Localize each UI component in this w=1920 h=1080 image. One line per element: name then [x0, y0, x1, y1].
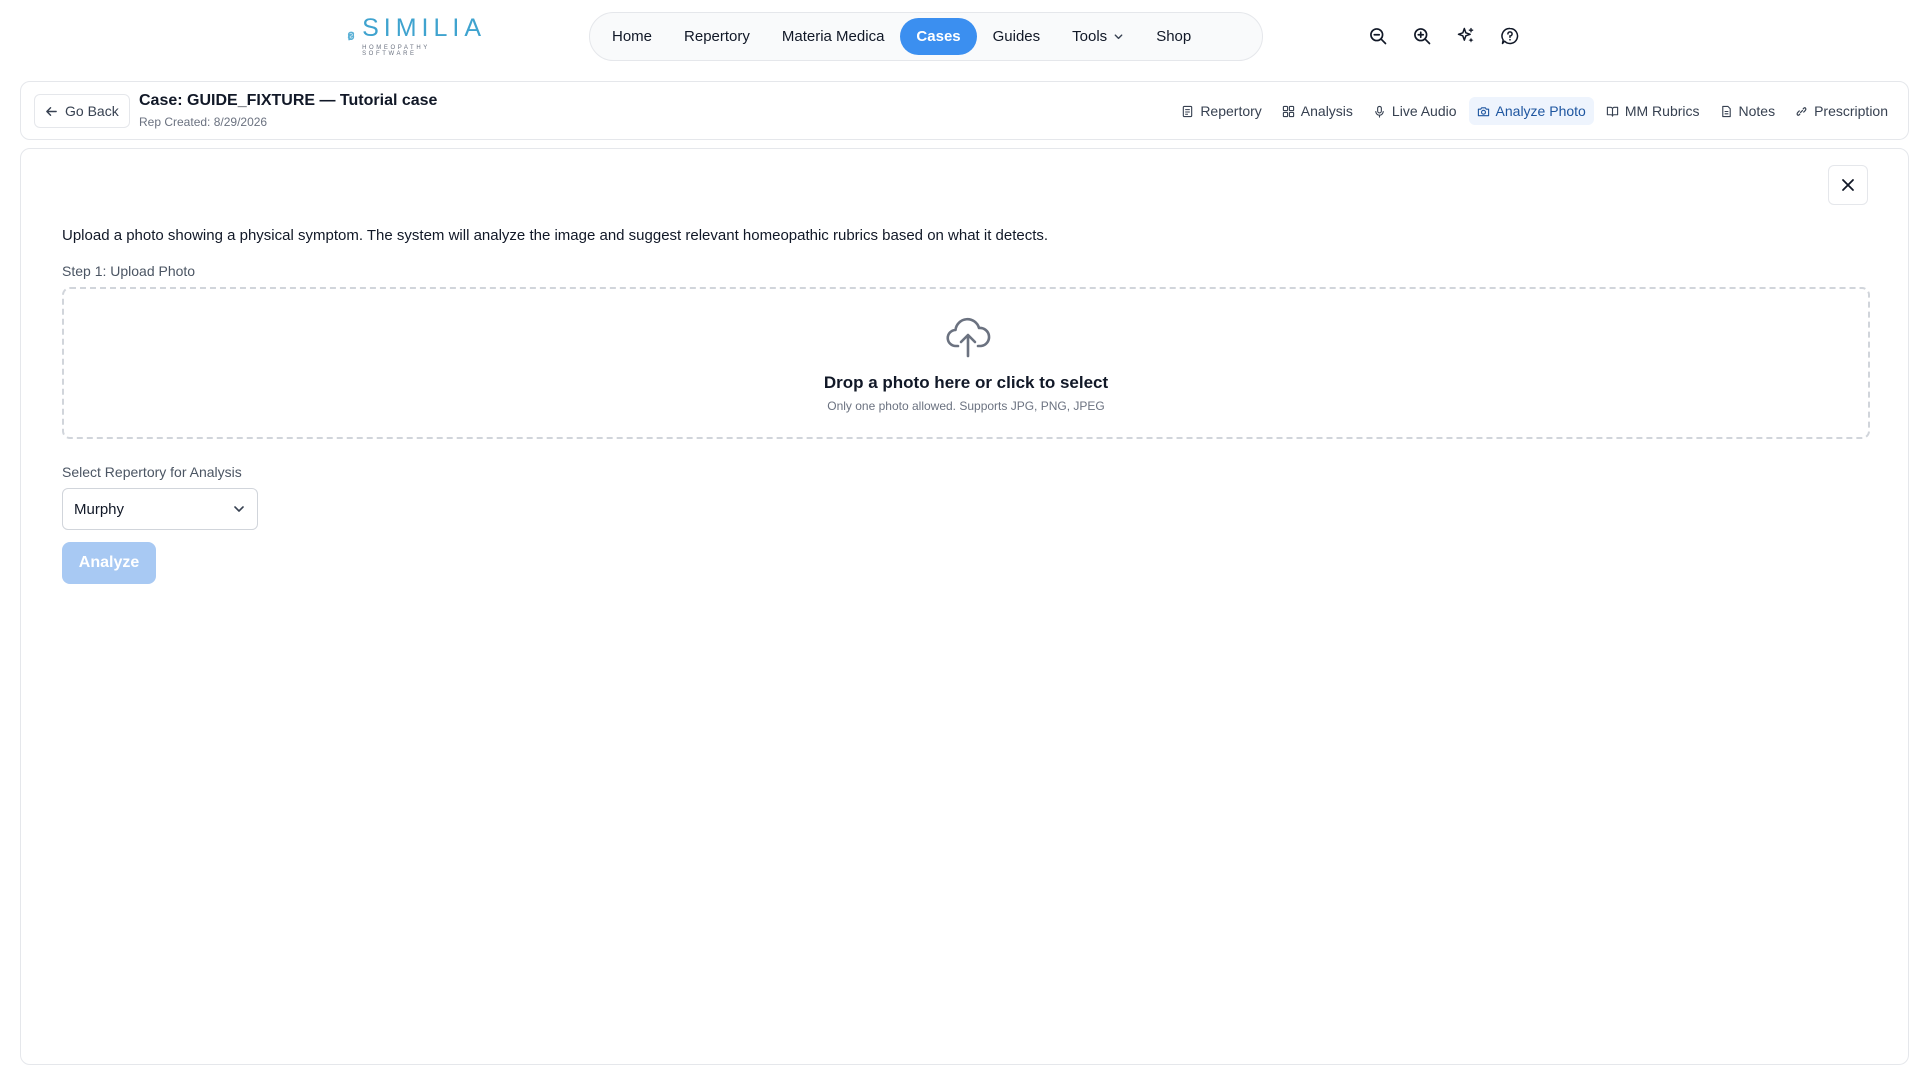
nav-materia-medica-label: Materia Medica [781, 28, 885, 45]
brand-name: SIMILIA [362, 13, 486, 42]
tab-live-audio-label: Live Audio [1391, 103, 1457, 119]
help-icon [1501, 27, 1519, 45]
analyze-photo-panel: Upload a photo showing a physical sympto… [20, 148, 1909, 1065]
tab-mm-rubrics-label: MM Rubrics [1624, 103, 1700, 119]
link-icon [1796, 106, 1807, 116]
tab-repertory[interactable]: Repertory [1173, 97, 1269, 125]
nav-guides-label: Guides [992, 28, 1041, 45]
case-tabs: Repertory Analysis Live Audio Analyze Ph… [1173, 97, 1896, 125]
close-icon [1842, 179, 1854, 191]
help-button[interactable] [1498, 24, 1522, 48]
nav-tools-dropdown[interactable]: Tools [1056, 18, 1140, 55]
nav-home-label: Home [612, 28, 653, 45]
microphone-icon [1375, 105, 1384, 118]
nav-cases[interactable]: Cases [900, 18, 977, 55]
ai-sparkles-button[interactable] [1454, 24, 1478, 48]
case-header: Go Back Case: GUIDE_FIXTURE — Tutorial c… [20, 81, 1909, 140]
step-upload-label: Step 1: Upload Photo [62, 263, 196, 279]
tab-mm-rubrics[interactable]: MM Rubrics [1598, 97, 1708, 125]
repertory-select-value: Murphy [74, 500, 125, 518]
repertory-select-label: Select Repertory for Analysis [62, 464, 242, 480]
camera-icon [1477, 106, 1489, 116]
tab-prescription[interactable]: Prescription [1787, 97, 1896, 125]
logo-icon [347, 31, 355, 41]
repertory-select[interactable]: Murphy [62, 488, 258, 530]
tab-analysis-label: Analysis [1300, 103, 1353, 119]
nav-guides[interactable]: Guides [977, 18, 1057, 55]
intro-text: Upload a photo showing a physical sympto… [62, 227, 1049, 244]
nav-repertory-label: Repertory [684, 28, 750, 45]
tab-analyze-photo-label: Analyze Photo [1495, 103, 1586, 119]
case-created-date: Rep Created: 8/29/2026 [139, 115, 268, 129]
document-icon [1183, 105, 1193, 117]
nav-home[interactable]: Home [596, 18, 668, 55]
tab-notes-label: Notes [1738, 103, 1776, 119]
analyze-button[interactable]: Analyze [62, 542, 156, 584]
top-bar: SIMILIA HOMEOPATHY SOFTWARE Home Reperto… [0, 0, 1920, 72]
dropzone-title: Drop a photo here or click to select [823, 373, 1109, 392]
chevron-down-icon [1114, 34, 1123, 40]
notes-icon [1721, 105, 1731, 117]
main-nav: Home Repertory Materia Medica Cases Guid… [589, 12, 1263, 61]
case-title: Case: GUIDE_FIXTURE — Tutorial case [139, 92, 438, 109]
tab-live-audio[interactable]: Live Audio [1365, 97, 1465, 125]
chevron-down-icon [234, 506, 244, 512]
photo-dropzone[interactable]: Drop a photo here or click to select Onl… [62, 287, 1870, 439]
toolbar-icons [1366, 24, 1522, 48]
zoom-in-button[interactable] [1410, 24, 1434, 48]
brand-tagline: HOMEOPATHY SOFTWARE [362, 44, 430, 57]
go-back-button[interactable]: Go Back [34, 94, 130, 128]
nav-shop-label: Shop [1156, 28, 1192, 45]
tab-notes[interactable]: Notes [1712, 97, 1784, 125]
similia-logo[interactable]: SIMILIA HOMEOPATHY SOFTWARE [346, 14, 486, 58]
book-icon [1606, 106, 1618, 117]
tab-analyze-photo[interactable]: Analyze Photo [1468, 97, 1594, 125]
nav-materia-medica[interactable]: Materia Medica [766, 18, 901, 55]
dropzone-hint: Only one photo allowed. Supports JPG, PN… [827, 399, 1105, 413]
go-back-label: Go Back [65, 103, 119, 119]
tab-analysis[interactable]: Analysis [1274, 97, 1361, 125]
cloud-upload-icon [946, 317, 991, 358]
sparkles-icon [1457, 27, 1474, 43]
close-button[interactable] [1828, 165, 1868, 205]
nav-cases-label: Cases [916, 28, 961, 45]
arrow-left-icon [46, 106, 57, 116]
grid-icon [1282, 105, 1294, 117]
zoom-out-icon [1370, 28, 1387, 45]
zoom-in-icon [1414, 28, 1431, 45]
nav-repertory[interactable]: Repertory [668, 18, 766, 55]
nav-shop[interactable]: Shop [1140, 18, 1207, 55]
nav-tools-label: Tools [1072, 28, 1108, 45]
zoom-out-button[interactable] [1366, 24, 1390, 48]
tab-prescription-label: Prescription [1814, 103, 1888, 119]
tab-repertory-label: Repertory [1200, 103, 1262, 119]
